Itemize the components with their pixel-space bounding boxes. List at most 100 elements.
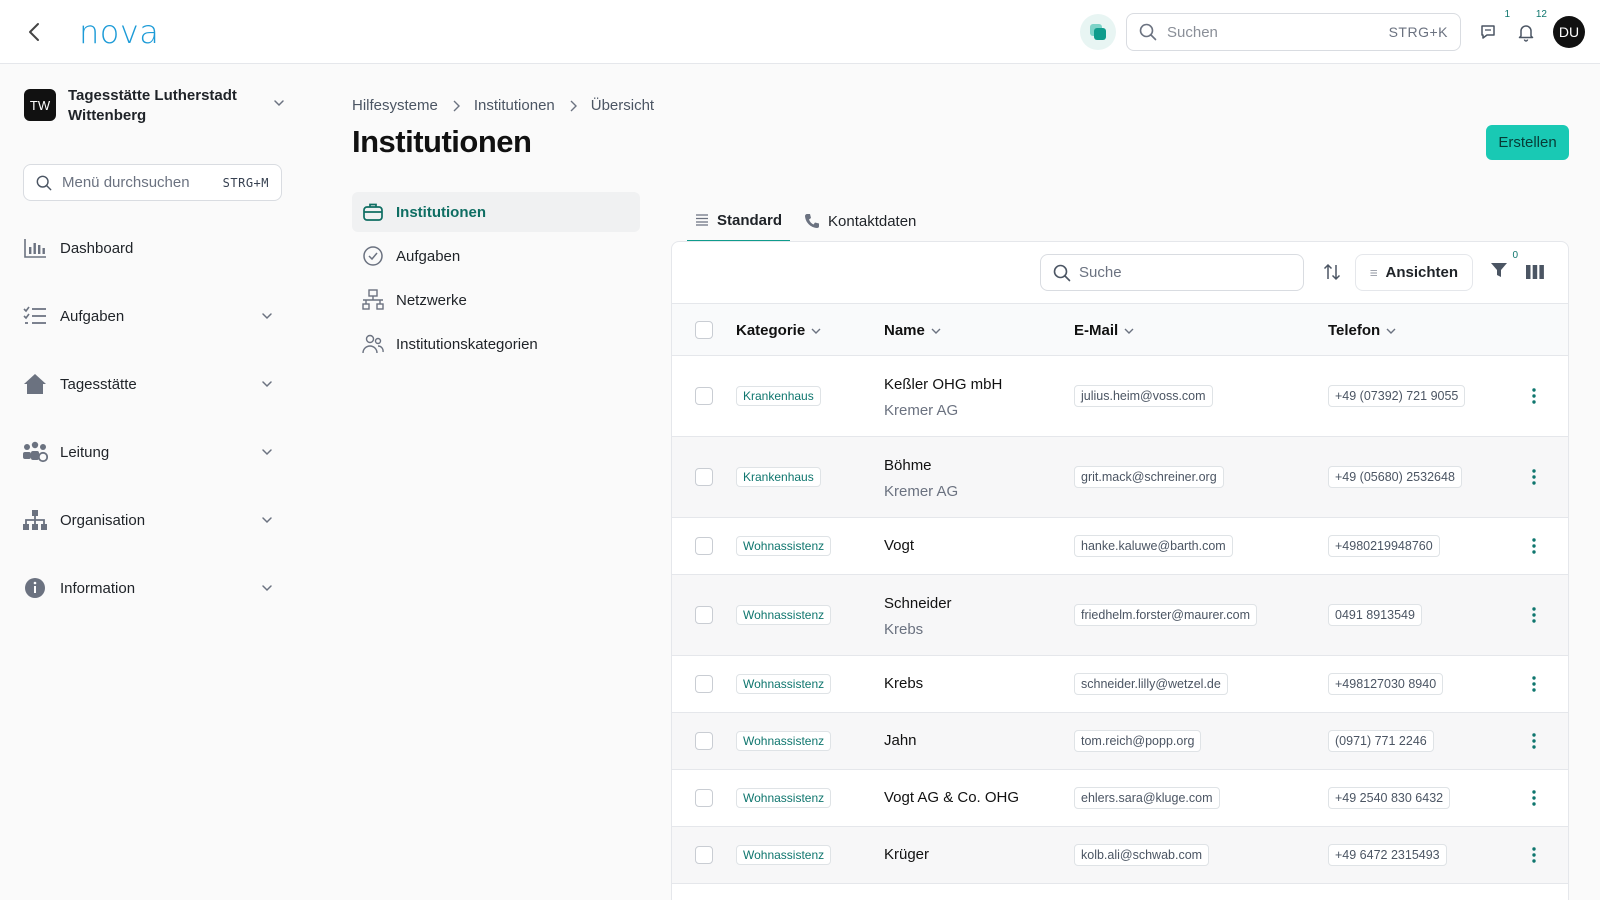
sidebar-item-leitung[interactable]: Leitung	[22, 434, 282, 470]
email-value[interactable]: tom.reich@popp.org	[1074, 730, 1202, 752]
chevron-down-icon	[931, 328, 941, 334]
list-icon	[696, 214, 708, 226]
row-checkbox[interactable]	[695, 732, 713, 750]
menu-search[interactable]: STRG+M	[23, 164, 282, 201]
table-row[interactable]: Krankenhaus Böhme Kremer AG grit.mack@sc…	[672, 437, 1568, 518]
back-icon[interactable]	[20, 18, 48, 46]
row-menu-icon[interactable]	[1526, 385, 1542, 407]
row-checkbox[interactable]	[695, 606, 713, 624]
row-checkbox[interactable]	[695, 387, 713, 405]
table-row[interactable]: Wohnassistenz Vogt hanke.kaluwe@barth.co…	[672, 518, 1568, 575]
phone-value[interactable]: +498127030 8940	[1328, 673, 1444, 695]
submenu-item-institutionskategorien[interactable]: Institutionskategorien	[352, 324, 640, 364]
apps-button[interactable]	[1080, 14, 1116, 50]
institution-parent: Kremer AG	[884, 402, 959, 419]
phone-value[interactable]: +49 (07392) 721 9055	[1328, 385, 1466, 407]
views-button[interactable]: Ansichten	[1355, 254, 1473, 291]
sidebar-item-label: Tagesstätte	[60, 375, 137, 393]
sidebar-item-aufgaben[interactable]: Aufgaben	[22, 298, 282, 334]
user-avatar[interactable]: DU	[1553, 16, 1585, 48]
phone-value[interactable]: (0971) 771 2246	[1328, 730, 1434, 752]
submenu-item-institutionen[interactable]: Institutionen	[352, 192, 640, 232]
bell-icon	[1518, 25, 1534, 42]
phone-value[interactable]: 0491 8913549	[1328, 604, 1422, 626]
category-badge: Wohnassistenz	[736, 845, 832, 865]
sidebar-item-dashboard[interactable]: Dashboard	[22, 230, 282, 266]
tab-kontaktdaten[interactable]: Kontaktdaten	[804, 200, 916, 242]
email-value[interactable]: hanke.kaluwe@barth.com	[1074, 535, 1233, 557]
organization-switcher[interactable]: TW Tagesstätte Lutherstadt Wittenberg	[24, 86, 294, 126]
info-icon	[22, 575, 48, 601]
phone-icon	[805, 214, 819, 228]
category-badge: Wohnassistenz	[736, 674, 832, 694]
messages-button[interactable]: 1	[1477, 9, 1510, 44]
table-row[interactable]: Wohnassistenz Vogt AG & Co. OHG ehlers.s…	[672, 770, 1568, 827]
row-menu-icon[interactable]	[1526, 466, 1542, 488]
column-label: E-Mail	[1074, 322, 1119, 339]
create-button[interactable]: Erstellen	[1486, 125, 1569, 160]
row-menu-icon[interactable]	[1526, 535, 1542, 557]
columns-icon[interactable]	[1524, 261, 1546, 283]
row-checkbox[interactable]	[695, 789, 713, 807]
table-search[interactable]	[1040, 254, 1304, 291]
breadcrumb-item[interactable]: Übersicht	[591, 97, 654, 114]
email-value[interactable]: ehlers.sara@kluge.com	[1074, 787, 1220, 809]
tab-standard[interactable]: Standard	[687, 200, 791, 242]
table-search-input[interactable]	[1079, 264, 1291, 281]
row-checkbox[interactable]	[695, 468, 713, 486]
institution-name: Krüger	[884, 846, 930, 863]
network-icon	[362, 289, 384, 310]
table-row[interactable]: Wohnassistenz Krüger kolb.ali@schwab.com…	[672, 827, 1568, 884]
row-menu-icon[interactable]	[1526, 844, 1542, 866]
table-row[interactable]: Wohnassistenz Krebs schneider.lilly@wetz…	[672, 656, 1568, 713]
email-value[interactable]: friedhelm.forster@maurer.com	[1074, 604, 1257, 626]
sidebar-item-information[interactable]: Information	[22, 570, 282, 606]
global-search-input[interactable]	[1167, 23, 1389, 41]
select-all-checkbox[interactable]	[695, 321, 713, 339]
sidebar-item-tagesstaette[interactable]: Tagesstätte	[22, 366, 282, 402]
row-menu-icon[interactable]	[1526, 673, 1542, 695]
submenu-item-label: Institutionen	[396, 203, 486, 221]
column-header-kategorie[interactable]: Kategorie	[736, 322, 821, 339]
breadcrumb: Hilfesysteme Institutionen Übersicht	[352, 97, 654, 114]
submenu-item-label: Institutionskategorien	[396, 335, 538, 353]
table-row[interactable]: Wohnassistenz Jahn tom.reich@popp.org (0…	[672, 713, 1568, 770]
submenu-item-label: Netzwerke	[396, 291, 467, 309]
email-value[interactable]: schneider.lilly@wetzel.de	[1074, 673, 1228, 695]
breadcrumb-item[interactable]: Institutionen	[474, 97, 555, 114]
phone-value[interactable]: +49 (05680) 2532648	[1328, 466, 1462, 488]
notifications-button[interactable]: 12	[1514, 9, 1547, 44]
menu-search-input[interactable]	[62, 174, 223, 191]
global-search[interactable]: STRG+K	[1126, 13, 1461, 51]
email-value[interactable]: grit.mack@schreiner.org	[1074, 466, 1224, 488]
sort-icon[interactable]	[1320, 260, 1344, 284]
email-value[interactable]: kolb.ali@schwab.com	[1074, 844, 1210, 866]
table-row[interactable]: Krankenhaus Keßler OHG mbH Kremer AG jul…	[672, 356, 1568, 437]
phone-value[interactable]: +4980219948760	[1328, 535, 1440, 557]
column-header-name[interactable]: Name	[884, 322, 941, 339]
column-header-telefon[interactable]: Telefon	[1328, 322, 1396, 339]
layers-icon	[1090, 24, 1106, 40]
institution-parent: Krebs	[884, 621, 924, 638]
search-icon	[36, 175, 52, 190]
email-value[interactable]: julius.heim@voss.com	[1074, 385, 1213, 407]
submenu-item-aufgaben[interactable]: Aufgaben	[352, 236, 640, 276]
institutions-table: Ansichten 0 Kategorie Name E-Mail Telefo…	[671, 241, 1569, 900]
column-header-email[interactable]: E-Mail	[1074, 322, 1134, 339]
app-logo[interactable]: nova	[79, 13, 159, 51]
row-checkbox[interactable]	[695, 846, 713, 864]
filter-button[interactable]: 0	[1490, 250, 1518, 283]
table-row[interactable]: Wohnassistenz Schneider Krebs friedhelm.…	[672, 575, 1568, 656]
column-label: Telefon	[1328, 322, 1381, 339]
sidebar-item-organisation[interactable]: Organisation	[22, 502, 282, 538]
row-menu-icon[interactable]	[1526, 604, 1542, 626]
phone-value[interactable]: +49 2540 830 6432	[1328, 787, 1451, 809]
breadcrumb-item[interactable]: Hilfesysteme	[352, 97, 438, 114]
phone-value[interactable]: +49 6472 2315493	[1328, 844, 1447, 866]
submenu-item-netzwerke[interactable]: Netzwerke	[352, 280, 640, 320]
row-checkbox[interactable]	[695, 537, 713, 555]
row-checkbox[interactable]	[695, 675, 713, 693]
row-menu-icon[interactable]	[1526, 730, 1542, 752]
chevron-down-icon	[262, 517, 272, 524]
row-menu-icon[interactable]	[1526, 787, 1542, 809]
